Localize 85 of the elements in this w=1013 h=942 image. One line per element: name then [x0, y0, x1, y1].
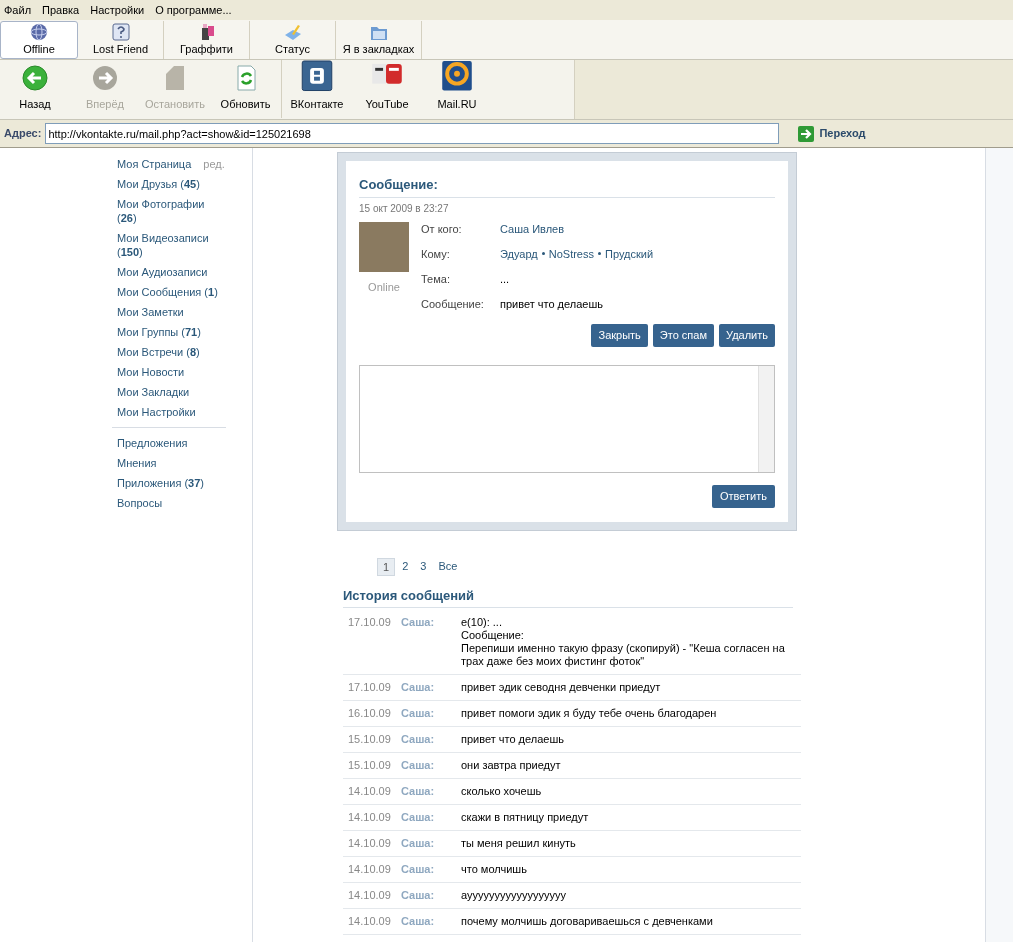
nav-button[interactable]: Обновить: [210, 60, 282, 118]
menu-item[interactable]: О программе...: [155, 1, 232, 19]
reply-button[interactable]: Ответить: [711, 484, 775, 508]
sidebar-link[interactable]: Моя Страница: [117, 158, 192, 170]
sidebar-link[interactable]: Мои Друзья (45): [117, 177, 227, 191]
menu-item[interactable]: Файл: [4, 1, 32, 19]
message-date: 15.10.09: [347, 759, 392, 772]
message-date: 17.10.09: [347, 616, 392, 630]
field-value: ...: [500, 271, 510, 286]
message-date: 14.10.09: [347, 785, 392, 798]
reply-field[interactable]: [359, 364, 775, 473]
globe-icon: [29, 22, 49, 41]
message-title: Сообщение:: [359, 175, 775, 198]
recipient-link[interactable]: Прудский: [605, 246, 654, 261]
sidebar-link[interactable]: Мои Аудиозаписи: [117, 265, 227, 279]
message-text: они завтра приедут: [461, 759, 562, 772]
recipient-link[interactable]: Эдуард: [500, 246, 538, 261]
mail-logo-icon: [441, 60, 473, 92]
message-date: 14.10.09: [347, 889, 392, 902]
message-date: 14.10.09: [347, 863, 392, 876]
field-label: Сообщение:: [421, 296, 485, 311]
sidebar-link[interactable]: Мои Сообщения (1): [117, 285, 227, 299]
tab[interactable]: Offline: [0, 21, 78, 59]
vk-logo-icon: [301, 60, 333, 92]
message-date: 14.10.09: [347, 811, 392, 824]
page-link[interactable]: 1: [377, 557, 396, 576]
message-date: 14.10.09: [347, 837, 392, 850]
sidebar-link[interactable]: Предложения: [117, 436, 227, 450]
page-link[interactable]: 3: [415, 557, 432, 576]
message-text: е(10): ... Сообщение: Перепиши именно такую фразу (скопируй) - "Кеша согласен на трах даже без моих фистинг фоток": [461, 616, 786, 668]
message-date: 15.10.09: [347, 733, 392, 746]
message-date: 14.10.09: [347, 915, 392, 928]
nav-button: Остановить: [140, 60, 210, 118]
nav-button[interactable]: Mail.RU: [422, 60, 492, 118]
sidebar-link[interactable]: Мои Новости: [117, 365, 227, 379]
field-label: От кого:: [421, 221, 463, 236]
sidebar-link[interactable]: Мои Встречи (8): [117, 345, 227, 359]
field-label: Тема:: [421, 271, 451, 286]
message-text: скажи в пятницу приедут: [461, 811, 590, 824]
address-label: Адрес:: [4, 126, 42, 142]
message-text: сколько хочешь: [461, 785, 543, 798]
message-text: почему молчишь договариваешься с девченками: [461, 915, 714, 928]
nav-button: Вперёд: [70, 60, 140, 118]
sidebar-link[interactable]: Мои Группы (71): [117, 325, 227, 339]
page-link[interactable]: 2: [397, 557, 414, 576]
action-button[interactable]: Это спам: [652, 323, 714, 347]
page-link[interactable]: Все: [433, 557, 463, 576]
help-icon: [110, 22, 131, 41]
field-value: привет что делаешь: [500, 296, 603, 311]
message-text: привет эдик севодня девченки приедут: [461, 681, 662, 694]
nav-button[interactable]: YouTube: [352, 60, 422, 118]
action-button[interactable]: Удалить: [719, 323, 775, 347]
tab[interactable]: Lost Friend: [78, 21, 164, 59]
photo-placeholder: [359, 221, 409, 272]
sidebar-link[interactable]: Мои Видеозаписи (150): [117, 231, 227, 259]
go-button[interactable]: Переход: [797, 124, 866, 143]
menu-item[interactable]: Настройки: [90, 1, 145, 19]
sidebar-link[interactable]: Мои Закладки: [117, 385, 227, 399]
tab[interactable]: Статус: [250, 21, 336, 59]
address-field[interactable]: http://vkontakte.ru/mail.php?act=show&id=125021698: [45, 123, 780, 144]
sidebar-link[interactable]: Мои Фотографии (26): [117, 197, 227, 225]
tab[interactable]: Я в закладках: [336, 21, 422, 59]
history-title: История сообщений: [343, 585, 793, 608]
menu-item[interactable]: Правка: [42, 1, 80, 19]
tab[interactable]: Граффити: [164, 21, 250, 59]
field-label: Кому:: [421, 246, 451, 261]
sidebar-link[interactable]: Мнения: [117, 456, 227, 470]
message-text: привет помоги эдик я буду тебе очень благодарен: [461, 707, 718, 720]
message-text: ауууууууууууууууууу: [461, 889, 567, 902]
message-text: привет что делаешь: [461, 733, 565, 746]
nav-button[interactable]: ВКонтакте: [282, 60, 352, 118]
message-text: что молчишь: [461, 863, 528, 876]
online-status: Online: [368, 279, 400, 295]
message-text: ты меня решил кинуть: [461, 837, 577, 850]
message-date: 17.10.09: [347, 681, 392, 694]
sidebar-link[interactable]: Мои Настройки: [117, 405, 227, 419]
nav-button[interactable]: Назад: [0, 60, 70, 118]
action-button[interactable]: Закрыть: [591, 323, 648, 347]
sidebar-link[interactable]: Мои Заметки: [117, 305, 227, 319]
sidebar-link[interactable]: Приложения (37): [117, 476, 227, 490]
message-date: 16.10.09: [347, 707, 392, 720]
recipient-link[interactable]: NoStress: [548, 246, 594, 261]
recipient-link[interactable]: Саша Ивлев: [500, 221, 565, 236]
sidebar-link[interactable]: Вопросы: [117, 496, 227, 510]
message-date: 15 окт 2009 в 23:27: [359, 201, 450, 216]
